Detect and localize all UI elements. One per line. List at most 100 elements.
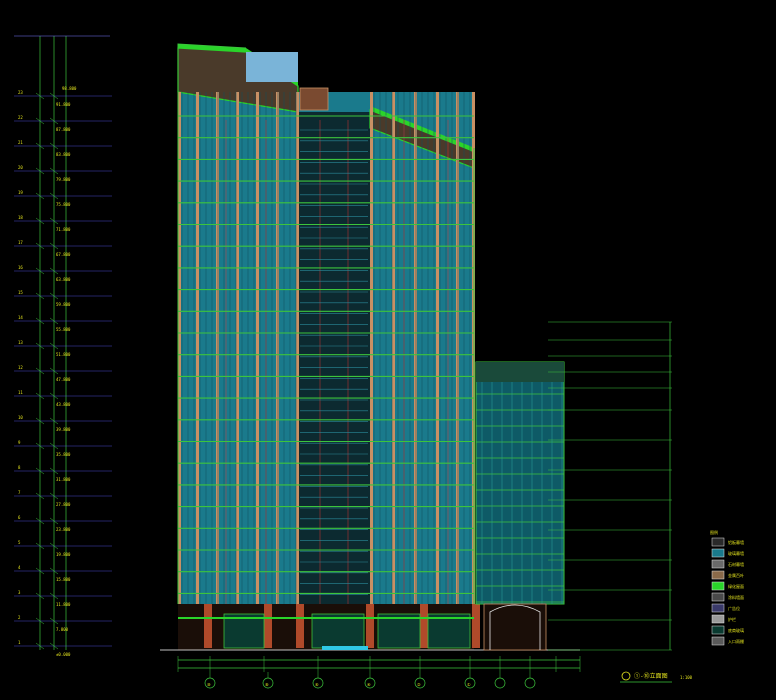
legend: 图例铝板幕墙玻璃幕墙石材幕墙金属百叶绿化屋面涂料墙面广告位护栏底商玻璃入口雨棚 — [710, 529, 744, 646]
elevation-label: 35.800 — [56, 452, 71, 457]
floor-number-label: 13 — [18, 340, 23, 345]
elevation-label: 79.800 — [56, 177, 71, 182]
podium-facade — [475, 361, 565, 605]
elevation-label: 91.800 — [56, 102, 71, 107]
legend-item-label: 铝板幕墙 — [728, 539, 744, 545]
elevation-label: 31.800 — [56, 477, 71, 482]
legend-swatch — [711, 625, 725, 635]
tower-column — [196, 92, 199, 604]
legend-header: 图例 — [710, 529, 718, 535]
elevation-label: 55.800 — [56, 327, 71, 332]
title-block: ①-⑩立面图 1:100 — [620, 671, 693, 683]
elevation-label: 39.800 — [56, 427, 71, 432]
legend-swatch — [711, 636, 725, 646]
storefront-glass — [377, 613, 421, 649]
floor-number-label: 5 — [18, 540, 21, 545]
floor-number-label: 10 — [18, 415, 23, 420]
legend-item-label: 金属百叶 — [728, 572, 744, 578]
legend-item-label: 广告位 — [728, 605, 740, 611]
podium-elevation — [475, 361, 565, 651]
legend-swatch — [711, 581, 725, 591]
right-reference-lines — [548, 321, 672, 651]
central-core — [298, 112, 370, 604]
elevation-label: 7.800 — [56, 627, 69, 632]
elevation-label: 51.800 — [56, 352, 71, 357]
legend-item-label: 涂料墙面 — [728, 594, 744, 600]
floor-number-label: 6 — [18, 515, 21, 520]
storefront-glass — [427, 613, 471, 649]
axis-label: ① — [467, 682, 471, 687]
tower-column — [414, 92, 417, 604]
legend-swatch — [711, 559, 725, 569]
elevation-label: ±0.000 — [56, 652, 71, 657]
axis-label: ④ — [367, 682, 371, 687]
floor-number-label: 23 — [18, 90, 23, 95]
floor-number-label: 1 — [18, 640, 21, 645]
axis-grid-markers: ⑩ ⑧ ⑥ ④ ② ① — [204, 672, 536, 689]
base-pier — [366, 604, 374, 648]
roof-elevation-label: 98.800 — [62, 86, 77, 91]
floor-number-label: 15 — [18, 290, 23, 295]
base-pier — [472, 604, 480, 648]
legend-item-label: 玻璃幕墙 — [728, 550, 744, 556]
floor-number-label: 16 — [18, 265, 23, 270]
tower-column — [216, 92, 219, 604]
floor-number-label: 9 — [18, 440, 21, 445]
drawing-scale: 1:100 — [680, 675, 693, 680]
elevation-label: 19.800 — [56, 552, 71, 557]
elevation-label: 83.800 — [56, 152, 71, 157]
legend-swatch — [711, 592, 725, 602]
axis-label: ⑥ — [315, 682, 319, 687]
floor-number-label: 21 — [18, 140, 23, 145]
ground-level-dimensions — [177, 656, 581, 672]
storefront-glass — [311, 613, 365, 649]
legend-item-label: 底商玻璃 — [728, 627, 744, 633]
floor-number-label: 11 — [18, 390, 23, 395]
legend-swatch — [711, 570, 725, 580]
axis-label: ② — [417, 682, 421, 687]
axis-bubble-icon — [524, 677, 536, 689]
floor-number-label: 2 — [18, 615, 21, 620]
elevation-label: 27.800 — [56, 502, 71, 507]
elevation-label: 11.800 — [56, 602, 71, 607]
legend-item-label: 护栏 — [728, 616, 736, 622]
floor-number-label: 14 — [18, 315, 23, 320]
floor-number-label: 22 — [18, 115, 23, 120]
entrance-step — [322, 646, 368, 650]
axis-label: ⑧ — [265, 682, 269, 687]
elevation-label: 59.800 — [56, 302, 71, 307]
elevation-label: 87.800 — [56, 127, 71, 132]
floor-number-label: 8 — [18, 465, 21, 470]
base-pier — [296, 604, 304, 648]
tower-column — [392, 92, 395, 604]
tower-column — [276, 92, 279, 604]
tower-column — [296, 92, 299, 604]
elevation-label: 43.800 — [56, 402, 71, 407]
floor-number-label: 3 — [18, 590, 21, 595]
floor-number-label: 18 — [18, 215, 23, 220]
legend-swatch — [711, 548, 725, 558]
elevation-label: 47.800 — [56, 377, 71, 382]
storefront-glass — [223, 613, 265, 649]
machine-room — [299, 87, 329, 111]
base-pier — [264, 604, 272, 648]
drawing-title: ①-⑩立面图 — [634, 672, 668, 680]
base-pier — [204, 604, 212, 648]
elevation-label: 23.800 — [56, 527, 71, 532]
elevation-label: 75.800 — [56, 202, 71, 207]
axis-label: ⑩ — [207, 682, 211, 687]
title-marker-icon — [621, 671, 631, 681]
floor-number-label: 19 — [18, 190, 23, 195]
floor-number-label: 17 — [18, 240, 23, 245]
legend-item-label: 入口雨棚 — [728, 638, 744, 644]
cad-elevation-drawing: 2391.8002287.8002183.8002079.8001975.800… — [14, 35, 744, 689]
legend-swatch — [711, 603, 725, 613]
floor-number-label: 7 — [18, 490, 21, 495]
floor-number-label: 4 — [18, 565, 21, 570]
floor-number-label: 12 — [18, 365, 23, 370]
sky-box — [246, 52, 298, 82]
elevation-label: 67.800 — [56, 252, 71, 257]
legend-swatch — [711, 614, 725, 624]
tower-column — [436, 92, 439, 604]
tower-column — [256, 92, 259, 604]
